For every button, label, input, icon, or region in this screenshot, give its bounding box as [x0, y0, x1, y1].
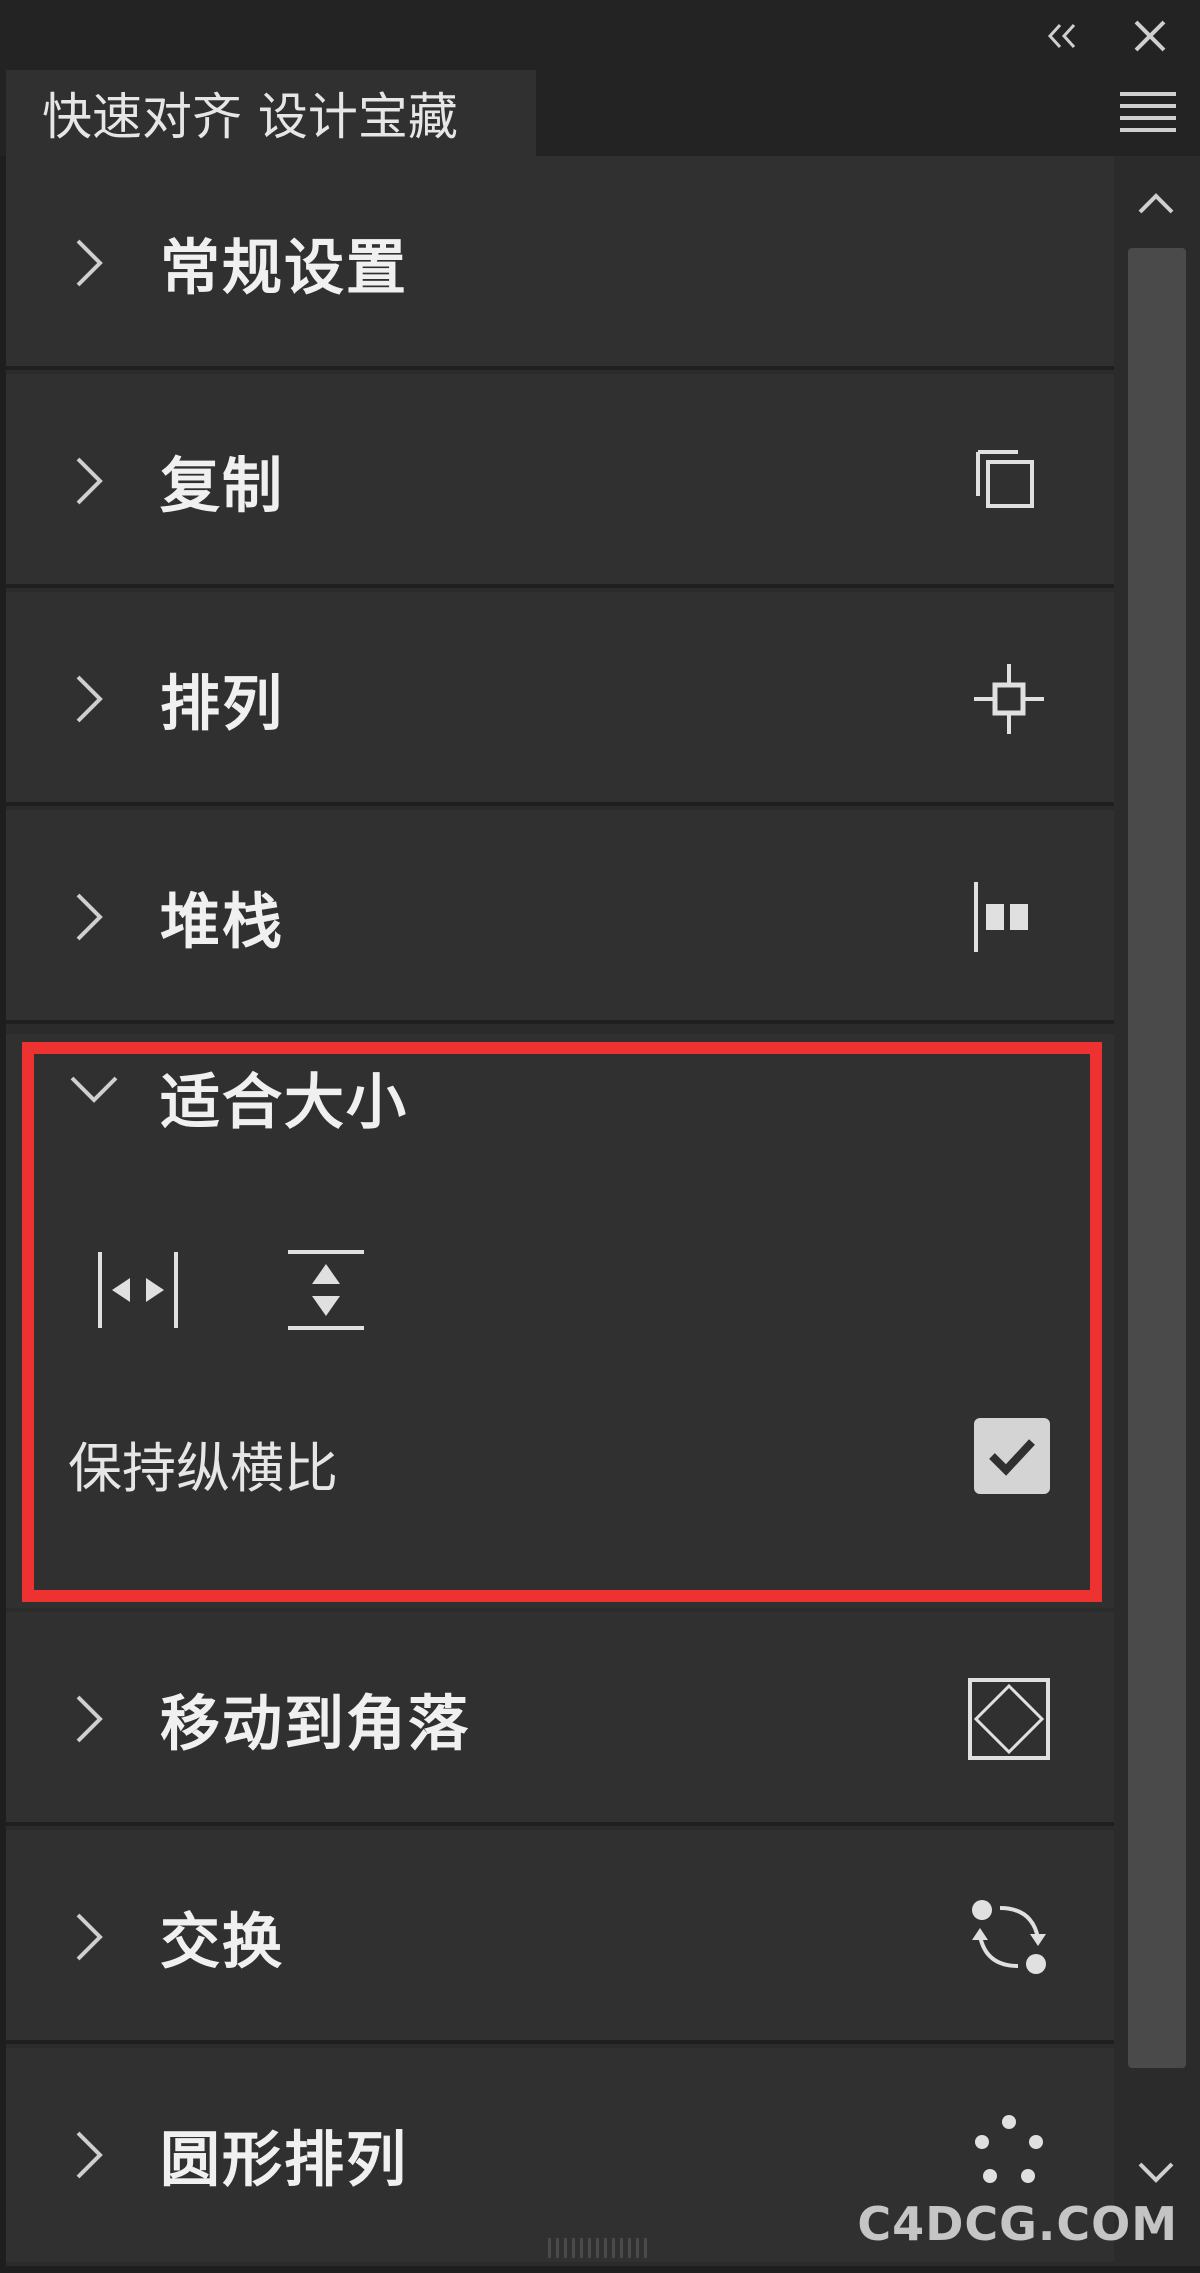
section-stack[interactable]: 堆栈 [6, 810, 1114, 1024]
section-move-to-corner[interactable]: 移动到角落 [6, 1612, 1114, 1826]
section-fit-size: 适合大小 保持纵横比 [6, 1034, 1114, 1608]
duplicate-icon [976, 450, 1034, 508]
scrollbar-thumb[interactable] [1128, 248, 1186, 2068]
arrange-crosshair-icon [974, 664, 1044, 734]
chevron-down-icon[interactable] [66, 1072, 122, 1108]
chevron-right-icon [76, 457, 103, 505]
section-label: 移动到角落 [160, 1689, 470, 1760]
fit-width-icon[interactable] [90, 1242, 186, 1338]
section-label: 堆栈 [160, 887, 284, 958]
panel-tab-title: 快速对齐 设计宝藏 [42, 88, 458, 146]
swap-icon [972, 1900, 1046, 1974]
watermark: C4DCG.COM [857, 2197, 1178, 2251]
circle-arrange-icon [975, 2115, 1043, 2183]
panel-tab-bar: 快速对齐 设计宝藏 [0, 70, 1200, 156]
section-general-settings[interactable]: 常规设置 [6, 156, 1114, 370]
chevron-right-icon [76, 2131, 103, 2179]
keep-aspect-ratio-checkbox[interactable] [974, 1418, 1050, 1494]
section-label: 交换 [160, 1907, 284, 1978]
keep-aspect-ratio-label: 保持纵横比 [68, 1437, 338, 1500]
collapse-panel-button[interactable] [1040, 14, 1084, 58]
stack-icon [974, 882, 1028, 952]
window-title-bar [0, 0, 1200, 70]
quick-align-panel: 常规设置 复制 排列 堆栈 适合大小 保持纵横比 移动到角落 交换 圆形排列 [6, 156, 1114, 2266]
chevron-right-icon [76, 675, 103, 723]
section-duplicate[interactable]: 复制 [6, 374, 1114, 588]
panel-menu-button[interactable] [1120, 92, 1176, 136]
chevron-right-icon [76, 1913, 103, 1961]
chevron-right-icon [76, 893, 103, 941]
move-to-corner-icon [968, 1678, 1050, 1760]
fit-height-icon[interactable] [278, 1242, 374, 1338]
section-label: 适合大小 [160, 1068, 408, 1138]
panel-tab-quick-align[interactable]: 快速对齐 设计宝藏 [6, 70, 536, 156]
chevron-right-icon [76, 239, 103, 287]
panel-scrollbar[interactable] [1114, 156, 1200, 2266]
close-icon [1134, 20, 1166, 52]
close-panel-button[interactable] [1128, 14, 1172, 58]
section-label: 排列 [160, 669, 284, 740]
checkmark-icon [989, 1439, 1035, 1476]
scroll-down-icon[interactable] [1134, 2156, 1178, 2190]
section-label: 圆形排列 [160, 2125, 408, 2196]
scroll-up-icon[interactable] [1134, 186, 1178, 220]
chevron-right-icon [76, 1695, 103, 1743]
section-arrange[interactable]: 排列 [6, 592, 1114, 806]
section-label: 复制 [160, 451, 284, 522]
section-label: 常规设置 [160, 233, 408, 304]
hamburger-icon [1120, 92, 1176, 96]
section-swap[interactable]: 交换 [6, 1830, 1114, 2044]
double-chevron-left-icon [1047, 23, 1076, 49]
resize-grip[interactable] [548, 2238, 648, 2258]
